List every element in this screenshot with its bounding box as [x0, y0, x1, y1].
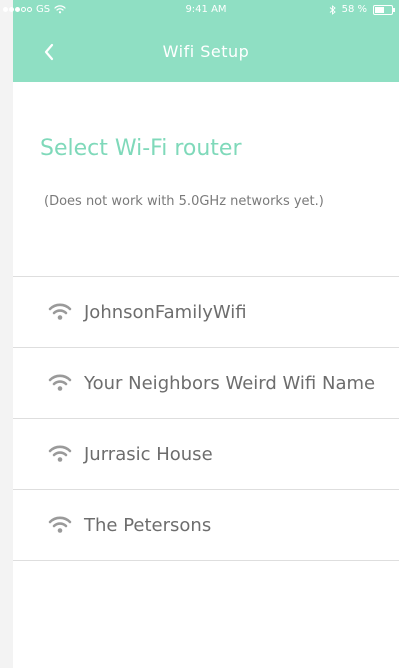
battery-percent: 58 %: [341, 4, 367, 15]
app-screen: GS 9:41 AM 58 % Wifi Setup Select Wi-Fi …: [3, 0, 399, 668]
section-subtitle: (Does not work with 5.0GHz networks yet.…: [44, 194, 324, 209]
network-item[interactable]: Jurrasic House: [13, 419, 399, 490]
network-item[interactable]: Your Neighbors Weird Wifi Name: [13, 348, 399, 419]
page-title: Wifi Setup: [162, 42, 250, 61]
network-name: The Petersons: [84, 514, 212, 536]
bluetooth-icon: [329, 4, 336, 15]
wifi-icon: [48, 445, 72, 462]
network-item[interactable]: JohnsonFamilyWifi: [13, 277, 399, 348]
status-bar: GS 9:41 AM 58 %: [3, 0, 399, 22]
network-name: Your Neighbors Weird Wifi Name: [84, 372, 376, 394]
section-heading: Select Wi-Fi router: [40, 136, 242, 161]
status-right: 58 %: [329, 4, 395, 15]
nav-bar: Wifi Setup: [13, 22, 399, 82]
wifi-icon: [48, 303, 72, 320]
wifi-icon: [48, 374, 72, 391]
wifi-icon: [48, 516, 72, 533]
header-bar: GS 9:41 AM 58 % Wifi Setup: [3, 0, 399, 82]
network-item[interactable]: The Petersons: [13, 490, 399, 561]
network-list: JohnsonFamilyWifi Your Neighbors Weird W…: [13, 276, 399, 561]
network-name: JohnsonFamilyWifi: [84, 301, 247, 323]
battery-icon: [373, 4, 395, 15]
network-name: Jurrasic House: [84, 443, 213, 465]
